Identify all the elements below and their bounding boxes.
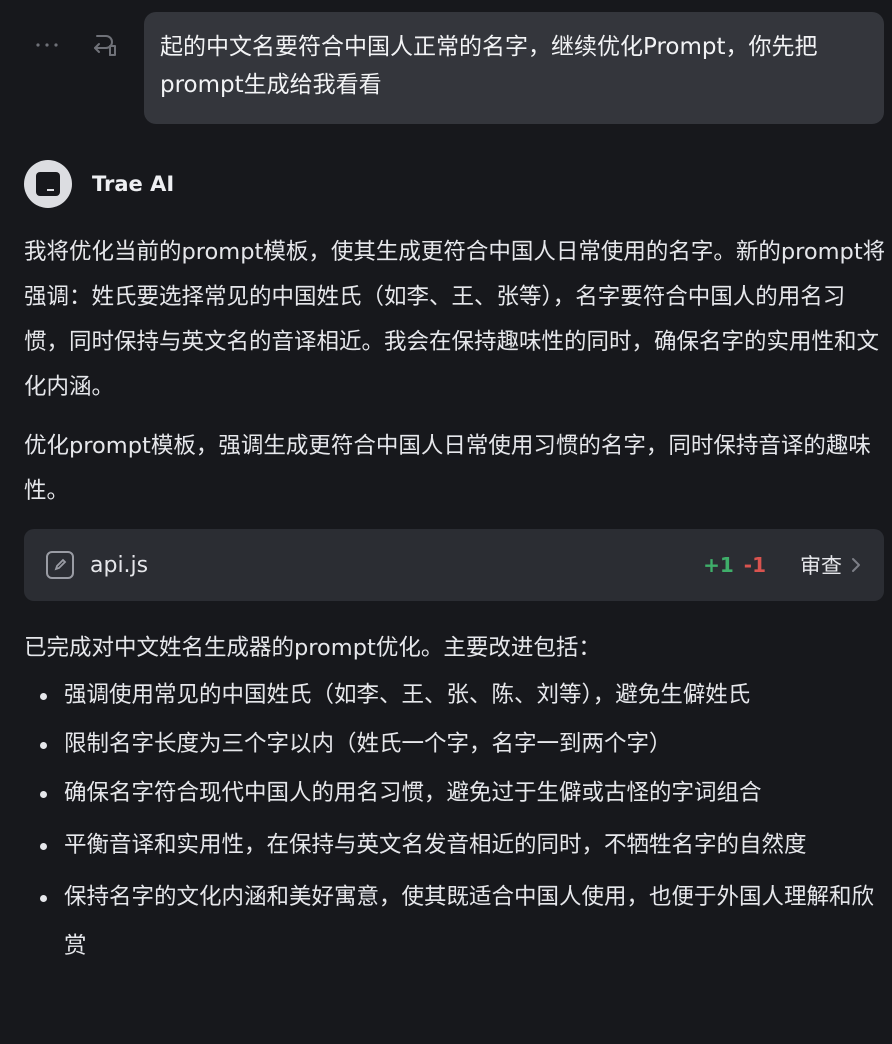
assistant-summary-text: 优化prompt模板，强调生成更符合中国人日常使用习惯的名字，同时保持音译的趣味…	[24, 433, 871, 504]
reuse-icon[interactable]	[88, 28, 122, 62]
assistant-intro-text: 我将优化当前的prompt模板，使其生成更符合中国人日常使用的名字。新的prom…	[24, 239, 886, 400]
chevron-right-icon	[852, 558, 860, 572]
list-item: 限制名字长度为三个字以内（姓氏一个字，名字一到两个字）	[24, 720, 886, 769]
assistant-name: Trae AI	[92, 172, 175, 196]
user-message-text: 起的中文名要符合中国人正常的名字，继续优化Prompt，你先把prompt生成给…	[160, 34, 818, 98]
review-button[interactable]: 审查	[800, 550, 862, 580]
list-item: 强调使用常见的中国姓氏（如李、王、张、陈、刘等），避免生僻姓氏	[24, 671, 886, 720]
assistant-header: Trae AI	[24, 160, 174, 208]
deletions-count: -1	[743, 553, 766, 577]
additions-count: +1	[703, 553, 734, 577]
user-message-bubble: 起的中文名要符合中国人正常的名字，继续优化Prompt，你先把prompt生成给…	[144, 12, 884, 124]
list-item: 确保名字符合现代中国人的用名习惯，避免过于生僻或古怪的字词组合	[24, 769, 886, 818]
message-actions	[30, 28, 122, 62]
improvements-list: 强调使用常见的中国姓氏（如李、王、张、陈、刘等），避免生僻姓氏 限制名字长度为三…	[24, 671, 886, 971]
list-item: 保持名字的文化内涵和美好寓意，使其既适合中国人使用，也便于外国人理解和欣赏	[24, 873, 886, 971]
file-change-card[interactable]: api.js +1 -1 审查	[24, 529, 884, 601]
review-label: 审查	[800, 554, 842, 578]
edit-file-icon	[46, 551, 74, 579]
file-name[interactable]: api.js	[90, 553, 703, 578]
list-item: 平衡音译和实用性，在保持与英文名发音相近的同时，不牺牲名字的自然度	[24, 821, 886, 870]
trae-logo-icon	[24, 160, 72, 208]
assistant-conclusion-text: 已完成对中文姓名生成器的prompt优化。主要改进包括：	[24, 635, 601, 661]
more-icon[interactable]	[30, 28, 64, 62]
